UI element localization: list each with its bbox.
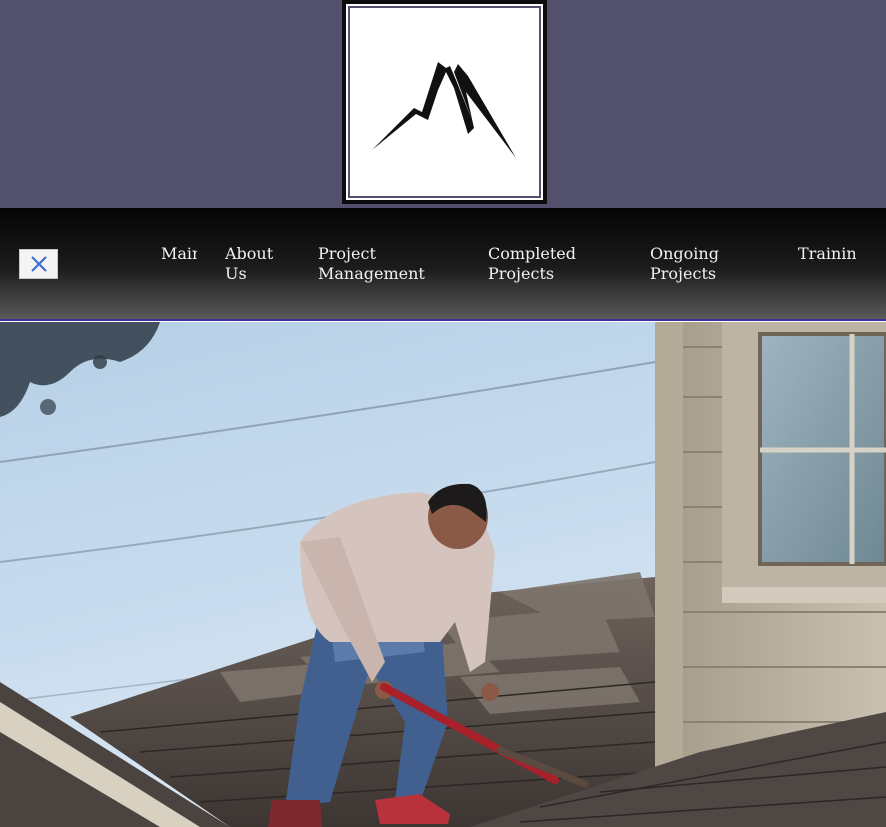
close-menu-button[interactable] <box>19 249 58 279</box>
nav-item-about-us[interactable]: About Us <box>225 244 285 284</box>
main-navbar <box>0 208 886 321</box>
nav-item-completed-projects[interactable]: Completed Projects <box>488 244 588 284</box>
nav-item-training[interactable]: Training <box>798 244 856 264</box>
nav-item-main[interactable]: Main <box>161 244 197 264</box>
mountain-logo-icon <box>372 62 516 158</box>
close-icon <box>30 256 47 272</box>
nav-item-project-management[interactable]: Project Management <box>318 244 433 284</box>
hero-image <box>0 322 886 827</box>
nav-item-ongoing-projects[interactable]: Ongoing Projects <box>650 244 730 284</box>
roofer-photo <box>0 322 886 827</box>
site-logo[interactable] <box>342 0 547 204</box>
